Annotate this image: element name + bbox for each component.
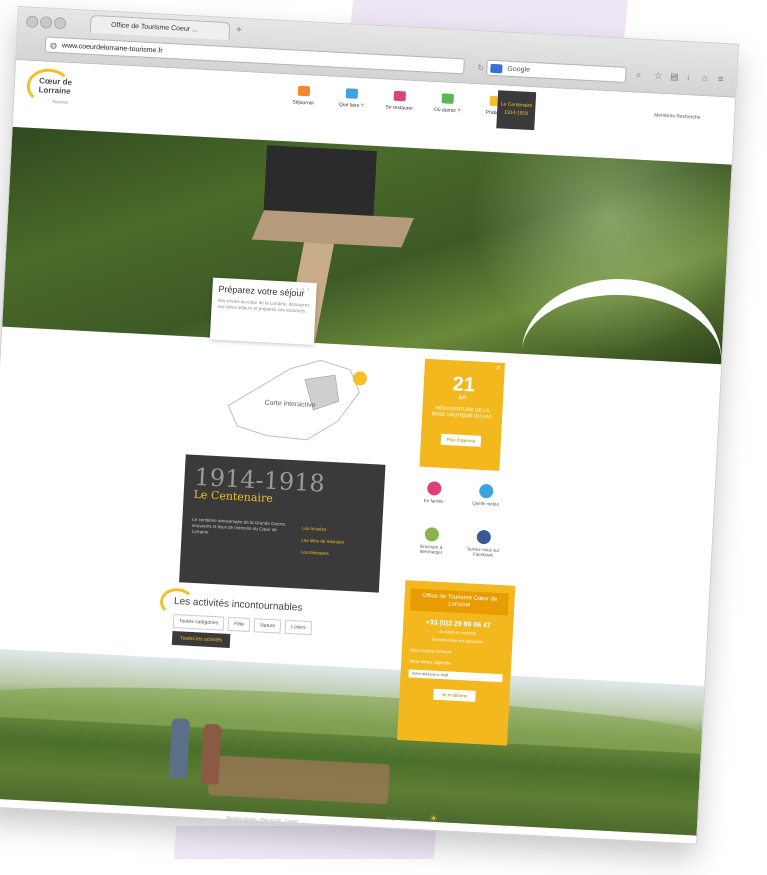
nav-item-sejourner[interactable]: Séjourner [284,85,323,107]
close-window-button[interactable] [25,15,39,29]
browser-window: Office de Tourisme Coeur ... + ◍ www.coe… [0,6,740,845]
quick-label: Quelle météo [472,500,500,507]
subscribe-button[interactable]: Je m'abonne [433,688,476,702]
globe-icon: ◍ [49,40,58,51]
centenaire-block: 1914-1918 Le Centenaire Le centième anni… [179,454,386,593]
interactive-map[interactable]: Carte interactive [206,345,381,454]
search-engine-icon [490,63,503,74]
event-title: RÉOUVERTURE DE LA BASE NAUTIQUE DU LAC [431,405,493,421]
quick-label: Brochure à télécharger [419,543,443,555]
contact-title: Office de Tourisme Cœur de Lorraine [409,588,509,616]
heart-icon [297,85,311,97]
map-outline [227,359,367,441]
agenda-button[interactable]: Plus d'agenda [440,433,482,447]
quick-links: En famille Quelle météo Brochure à téléc… [410,480,515,575]
weather-label: Aujourd'hui [386,815,412,823]
filter-option[interactable]: Toutes catégories [172,613,225,631]
browser-tab[interactable]: Office de Tourisme Coeur ... [89,14,231,41]
menu-icon[interactable]: ≡ [718,74,724,84]
agenda-option[interactable]: Vous aimez l'agenda [409,658,503,668]
nav-item-centenaire[interactable]: Le Centenaire 1914-1918 [496,90,537,131]
hiker-figure [168,718,190,779]
bookmarks-icon[interactable]: ▤ [670,71,679,82]
fork-knife-icon [393,90,407,102]
weather-icon [478,483,494,499]
nav-label: Que faire ? [338,101,364,110]
nav-label: Se restaurer [385,104,414,112]
website: Cœur de Lorraine Tourisme Séjourner Que … [0,59,735,844]
newsletter-option[interactable]: Vous voulez recevoir [410,647,504,657]
cabin-deck [251,210,414,248]
download-icon[interactable]: ↓ [686,72,691,82]
main-nav: Séjourner Que faire ? Se restaurer Où do… [284,85,515,117]
activity-icon [345,88,359,99]
quick-link-weather[interactable]: Quelle météo [465,483,506,507]
centenaire-text: Le centième anniversaire de la Grande Gu… [191,516,287,535]
filter-option[interactable]: Nature [253,618,282,634]
brochure-icon [424,527,440,542]
village [207,755,390,805]
reload-icon[interactable]: ↻ [477,60,485,76]
carousel-dots[interactable]: ● ● ● ● [290,286,310,292]
hiker-figure [200,723,222,785]
activities-title: Les activités incontournables [173,595,303,614]
nav-item-restaurer[interactable]: Se restaurer [380,90,419,112]
nav-label: Où dormir ? [433,106,461,115]
quick-label: En famille [423,497,444,504]
filter-option[interactable]: Loisirs [284,619,312,636]
tab-title: Office de Tourisme Coeur ... [110,21,199,34]
close-icon[interactable]: ✕ [495,365,500,371]
footer-links[interactable]: Mentions légales · Plan du site · Contac… [227,815,299,824]
quick-link-facebook[interactable]: Suivez-nous sur Facebook [463,529,504,558]
url-text: www.coeurdelorraine-tourisme.fr [61,42,163,55]
hero-image [2,126,732,365]
bed-icon [441,93,454,104]
home-icon[interactable]: ⌂ [702,73,708,83]
quick-link-brochure[interactable]: Brochure à télécharger [411,526,452,555]
minimize-window-button[interactable] [39,16,53,29]
facebook-icon [476,529,492,545]
search-placeholder: Google [507,65,531,74]
quick-label: Suivez-nous sur Facebook [466,546,500,558]
search-icon[interactable]: ⌕ [636,69,642,80]
logo-subtitle: Tourisme [51,98,69,105]
nav-item-dormir[interactable]: Où dormir ? [428,93,467,115]
family-icon [426,481,442,496]
temperature: 15° [442,814,457,826]
prepare-stay-card[interactable]: ● ● ● ● Préparez votre séjour Vos envies… [209,277,317,345]
centenaire-link[interactable]: Les itinéraires [300,547,343,561]
top-links[interactable]: Membres Recherche [654,112,701,120]
zoom-window-button[interactable] [53,16,67,30]
nav-label: Séjourner [292,99,315,107]
email-field[interactable]: Votre adresse e-mail [408,669,503,683]
hills [0,676,703,754]
filter-option[interactable]: Fête [227,616,251,632]
star-icon[interactable]: ☆ [654,70,663,81]
nav-item-que-faire[interactable]: Que faire ? [332,88,371,110]
browser-window-wrapper: Office de Tourisme Coeur ... + ◍ www.coe… [0,6,767,875]
search-field[interactable]: Google [485,59,627,83]
teaser-text: Vos envies au cœur de la Lorraine, décou… [217,297,310,314]
all-activities-button[interactable]: Toutes les activités [171,630,231,648]
event-card: ✕ 21 juil. RÉOUVERTURE DE LA BASE NAUTIQ… [419,358,505,471]
centenaire-links: Les musées Les sites de mémoire Les itin… [300,523,345,561]
new-tab-button[interactable]: + [236,24,242,35]
contact-card: Office de Tourisme Cœur de Lorraine +33 … [397,580,516,746]
site-logo[interactable]: Cœur de Lorraine [38,76,99,97]
quick-link-family[interactable]: En famille [414,480,455,504]
sun-icon: ☀ [428,813,439,826]
